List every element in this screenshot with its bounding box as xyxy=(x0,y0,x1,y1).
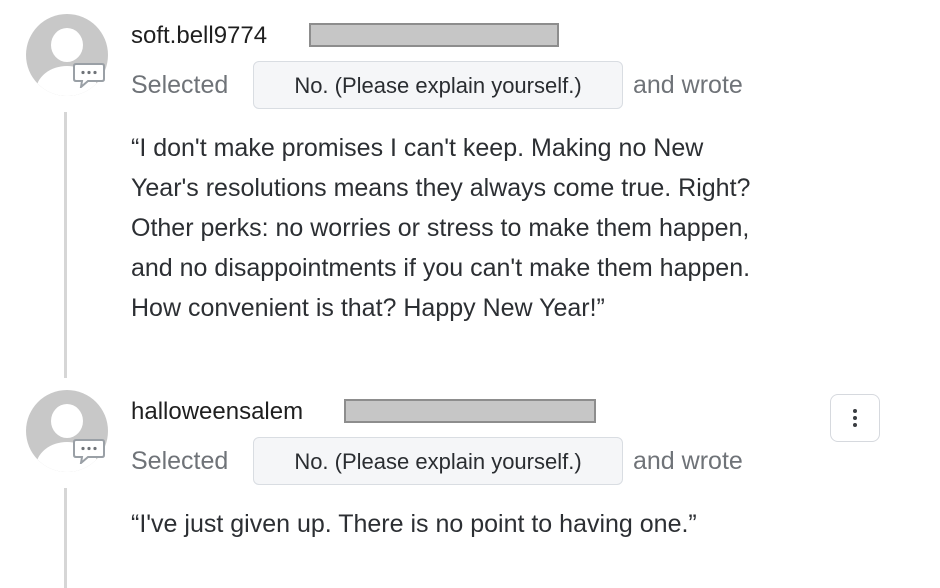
thread-line xyxy=(64,488,67,588)
more-options-button[interactable] xyxy=(830,394,880,442)
selected-choice-chip: No. (Please explain yourself.) xyxy=(253,61,623,109)
redaction-block xyxy=(309,23,559,47)
comment-body: “I've just given up. There is no point t… xyxy=(131,504,891,544)
comment-item: halloweensalem Selected No. (Please expl… xyxy=(0,378,940,588)
username-link[interactable]: halloweensalem xyxy=(131,398,303,426)
thread-line xyxy=(64,112,67,378)
redaction-block xyxy=(344,399,596,423)
comment-body-line: Other perks: no worries or stress to mak… xyxy=(131,214,750,242)
comment-body-line: and no disappointments if you can't make… xyxy=(131,254,751,282)
comment-body-line: Year's resolutions means they always com… xyxy=(131,174,751,202)
comment-body-line: “I don't make promises I can't keep. Mak… xyxy=(131,134,704,162)
comment-body-line: How convenient is that? Happy New Year!” xyxy=(131,294,605,322)
comment-bubble-icon xyxy=(73,63,105,88)
wrote-label: and wrote xyxy=(633,447,743,475)
wrote-label: and wrote xyxy=(633,71,743,99)
avatar-head xyxy=(51,28,83,62)
selected-label: Selected xyxy=(131,71,229,99)
comment-body: “I don't make promises I can't keep. Mak… xyxy=(131,128,891,328)
comment-body-line: “I've just given up. There is no point t… xyxy=(131,510,697,538)
more-vertical-icon xyxy=(853,409,857,427)
comment-item: soft.bell9774 Selected No. (Please expla… xyxy=(0,0,940,380)
comment-bubble-icon xyxy=(73,439,105,464)
selected-choice-chip: No. (Please explain yourself.) xyxy=(253,437,623,485)
avatar-head xyxy=(51,404,83,438)
username-link[interactable]: soft.bell9774 xyxy=(131,22,267,50)
selected-label: Selected xyxy=(131,447,229,475)
